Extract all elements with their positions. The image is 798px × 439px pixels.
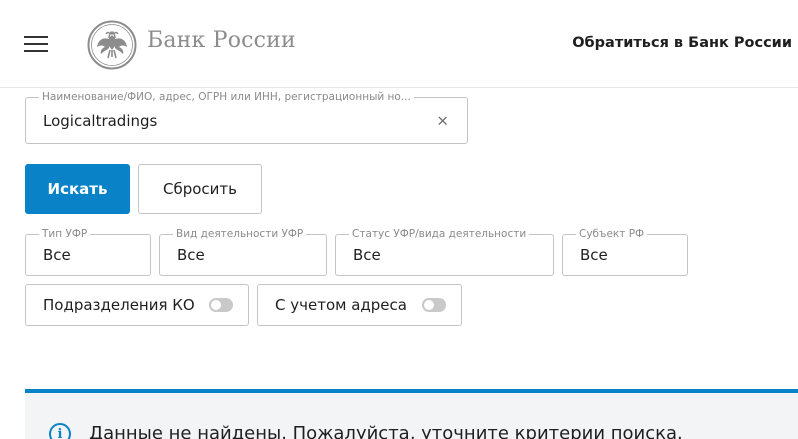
menu-icon[interactable] <box>24 35 48 53</box>
filter-activity-type-value[interactable]: Все <box>177 246 205 264</box>
search-button[interactable]: Искать <box>25 164 130 214</box>
filter-status-value[interactable]: Все <box>353 246 381 264</box>
toggle-switch[interactable] <box>422 298 446 312</box>
search-input[interactable]: Наименование/ФИО, адрес, ОГРН или ИНН, р… <box>25 91 468 144</box>
contact-bank-link[interactable]: Обратиться в Банк России <box>572 35 792 51</box>
toggle-with-address-label: С учетом адреса <box>275 296 407 314</box>
clear-icon[interactable]: × <box>436 111 449 129</box>
brand-name[interactable]: Банк России <box>147 28 296 53</box>
filter-status-label: Статус УФР/вида деятельности <box>349 228 530 240</box>
filter-ufr-type[interactable]: Тип УФР Все <box>25 228 151 276</box>
filter-region-value[interactable]: Все <box>580 246 608 264</box>
toggle-with-address[interactable]: С учетом адреса <box>257 284 462 326</box>
filter-activity-type[interactable]: Вид деятельности УФР Все <box>159 228 327 276</box>
filter-ufr-type-label: Тип УФР <box>39 228 91 240</box>
toggle-switch[interactable] <box>209 298 233 312</box>
filter-region-label: Субъект РФ <box>576 228 648 240</box>
toggle-credit-org-branches-label: Подразделения КО <box>43 296 195 314</box>
filter-region[interactable]: Субъект РФ Все <box>562 228 688 276</box>
search-input-value[interactable]: Logicaltradings <box>43 112 157 130</box>
reset-button[interactable]: Сбросить <box>138 164 262 214</box>
search-input-label: Наименование/ФИО, адрес, ОГРН или ИНН, р… <box>39 91 414 103</box>
filter-activity-type-label: Вид деятельности УФР <box>173 228 307 240</box>
site-header: Банк России Обратиться в Банк России <box>0 0 798 88</box>
result-panel: i Данные не найдены. Пожалуйста, уточнит… <box>25 389 798 439</box>
toggle-credit-org-branches[interactable]: Подразделения КО <box>25 284 249 326</box>
info-icon: i <box>49 423 71 439</box>
no-results-message: Данные не найдены. Пожалуйста, уточните … <box>89 423 683 439</box>
filter-status[interactable]: Статус УФР/вида деятельности Все <box>335 228 554 276</box>
filter-ufr-type-value[interactable]: Все <box>43 246 71 264</box>
bank-emblem-icon[interactable] <box>87 20 137 70</box>
